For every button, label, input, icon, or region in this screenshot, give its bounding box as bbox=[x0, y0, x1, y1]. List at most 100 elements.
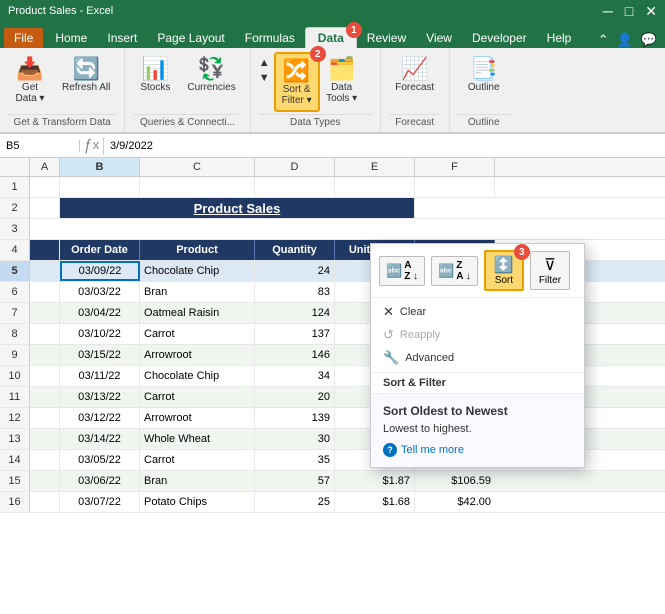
cell[interactable] bbox=[30, 429, 60, 449]
cell-product[interactable]: Arrowroot bbox=[140, 345, 255, 365]
cell-product[interactable]: Whole Wheat bbox=[140, 429, 255, 449]
cell-date[interactable]: 03/05/22 bbox=[60, 450, 140, 470]
minimize-icon[interactable]: ─ bbox=[603, 3, 613, 20]
tab-help[interactable]: Help bbox=[537, 28, 582, 48]
cell-quantity[interactable]: 146 bbox=[255, 345, 335, 365]
sort-down-icon[interactable]: ▼ bbox=[259, 71, 270, 86]
cell-product[interactable]: Chocolate Chip bbox=[140, 261, 255, 281]
reapply-button[interactable]: ↺ Reapply bbox=[383, 325, 572, 345]
cell-product[interactable]: Carrot bbox=[140, 324, 255, 344]
comments-icon[interactable]: 💬 bbox=[641, 32, 657, 48]
outline-button[interactable]: 📑 Outline bbox=[458, 52, 510, 97]
sort-za-button[interactable]: 🔤 ZA ↓ bbox=[431, 256, 478, 286]
cell-ref-box[interactable]: B5 bbox=[0, 140, 80, 152]
cell-quantity[interactable]: 57 bbox=[255, 471, 335, 491]
stocks-button[interactable]: 📊 Stocks bbox=[133, 52, 177, 97]
col-header-c[interactable]: C bbox=[140, 158, 255, 176]
sort-button[interactable]: ↕️ Sort 3 bbox=[484, 250, 524, 291]
tab-review[interactable]: Review bbox=[357, 28, 416, 48]
cell[interactable] bbox=[255, 177, 335, 197]
cell-date[interactable]: 03/13/22 bbox=[60, 387, 140, 407]
cell-quantity[interactable]: 24 bbox=[255, 261, 335, 281]
cell-product[interactable]: Bran bbox=[140, 282, 255, 302]
cell[interactable] bbox=[30, 282, 60, 302]
tab-formulas[interactable]: Formulas bbox=[235, 28, 305, 48]
cell-date[interactable]: 03/06/22 bbox=[60, 471, 140, 491]
tab-insert[interactable]: Insert bbox=[97, 28, 147, 48]
cell-date[interactable]: 03/11/22 bbox=[60, 366, 140, 386]
cell-date[interactable]: 03/03/22 bbox=[60, 282, 140, 302]
cell-date[interactable]: 03/15/22 bbox=[60, 345, 140, 365]
cell-date[interactable]: 03/04/22 bbox=[60, 303, 140, 323]
cell[interactable] bbox=[30, 219, 60, 239]
tab-developer[interactable]: Developer bbox=[462, 28, 537, 48]
cell[interactable] bbox=[30, 387, 60, 407]
cell[interactable] bbox=[60, 219, 665, 239]
cell[interactable] bbox=[30, 450, 60, 470]
cell-product[interactable]: Potato Chips bbox=[140, 492, 255, 512]
advanced-button[interactable]: 🔧 Advanced bbox=[383, 348, 572, 368]
cell-product[interactable]: Oatmeal Raisin bbox=[140, 303, 255, 323]
col-header-b[interactable]: B bbox=[60, 158, 140, 176]
cell[interactable] bbox=[30, 471, 60, 491]
cell-quantity[interactable]: 83 bbox=[255, 282, 335, 302]
tab-page-layout[interactable]: Page Layout bbox=[147, 28, 234, 48]
sort-filter-button[interactable]: 🔀 Sort &Filter ▾ 2 bbox=[274, 52, 320, 112]
tab-data[interactable]: Data 1 bbox=[305, 27, 357, 48]
cell-quantity[interactable]: 30 bbox=[255, 429, 335, 449]
refresh-all-button[interactable]: 🔄 Refresh All bbox=[56, 52, 116, 97]
cell-date[interactable]: 03/09/22 bbox=[60, 261, 140, 281]
cell[interactable] bbox=[30, 408, 60, 428]
cell-quantity[interactable]: 35 bbox=[255, 450, 335, 470]
cell-quantity[interactable]: 139 bbox=[255, 408, 335, 428]
cell[interactable] bbox=[30, 261, 60, 281]
cell[interactable] bbox=[140, 177, 255, 197]
cell-quantity[interactable]: 25 bbox=[255, 492, 335, 512]
cell[interactable] bbox=[30, 345, 60, 365]
cell-price[interactable]: $1.68 bbox=[335, 492, 415, 512]
cell[interactable] bbox=[335, 177, 415, 197]
cell-product[interactable]: Arrowroot bbox=[140, 408, 255, 428]
cell-product[interactable]: Carrot bbox=[140, 387, 255, 407]
forecast-button[interactable]: 📈 Forecast bbox=[389, 52, 441, 97]
col-header-a[interactable]: A bbox=[30, 158, 60, 176]
cell[interactable] bbox=[60, 177, 140, 197]
cell-product[interactable]: Bran bbox=[140, 471, 255, 491]
cell-product[interactable]: Chocolate Chip bbox=[140, 366, 255, 386]
data-tools-button[interactable]: 🗂️ DataTools ▾ bbox=[320, 52, 364, 108]
cell-date[interactable]: 03/12/22 bbox=[60, 408, 140, 428]
col-header-f[interactable]: F bbox=[415, 158, 495, 176]
tab-file[interactable]: File bbox=[4, 28, 43, 48]
cell-quantity[interactable]: 34 bbox=[255, 366, 335, 386]
cell-quantity[interactable]: 124 bbox=[255, 303, 335, 323]
cell[interactable] bbox=[415, 177, 495, 197]
cell-quantity[interactable]: 20 bbox=[255, 387, 335, 407]
cell-total[interactable]: $106.59 bbox=[415, 471, 495, 491]
cell[interactable] bbox=[30, 303, 60, 323]
cell-date[interactable]: 03/07/22 bbox=[60, 492, 140, 512]
cell-price[interactable]: $1.87 bbox=[335, 471, 415, 491]
cell-header-product[interactable]: Product bbox=[140, 240, 255, 260]
currencies-button[interactable]: 💱 Currencies bbox=[181, 52, 241, 97]
cell[interactable] bbox=[30, 240, 60, 260]
maximize-icon[interactable]: □ bbox=[625, 3, 633, 20]
tell-me-more-link[interactable]: ? Tell me more bbox=[383, 443, 572, 457]
cell-product[interactable]: Carrot bbox=[140, 450, 255, 470]
tab-view[interactable]: View bbox=[416, 28, 462, 48]
cell-header-quantity[interactable]: Quantity bbox=[255, 240, 335, 260]
cell-quantity[interactable]: 137 bbox=[255, 324, 335, 344]
sort-az-button[interactable]: 🔤 AZ ↓ bbox=[379, 256, 425, 286]
share-icon[interactable]: 👤 bbox=[617, 32, 633, 48]
get-data-button[interactable]: 📥 GetData ▾ bbox=[8, 52, 52, 108]
cell[interactable] bbox=[30, 324, 60, 344]
close-icon[interactable]: ✕ bbox=[645, 3, 657, 20]
cell-total[interactable]: $42.00 bbox=[415, 492, 495, 512]
tab-home[interactable]: Home bbox=[45, 28, 97, 48]
cell-header-orderdate[interactable]: Order Date bbox=[60, 240, 140, 260]
cell[interactable] bbox=[30, 492, 60, 512]
cell-date[interactable]: 03/14/22 bbox=[60, 429, 140, 449]
col-header-d[interactable]: D bbox=[255, 158, 335, 176]
cell-date[interactable]: 03/10/22 bbox=[60, 324, 140, 344]
cell[interactable] bbox=[30, 366, 60, 386]
filter-button[interactable]: ⊽ Filter bbox=[530, 251, 570, 290]
